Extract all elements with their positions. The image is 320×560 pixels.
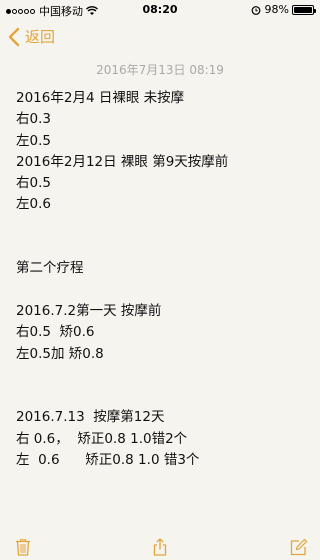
status-right: 98% <box>251 3 316 16</box>
battery-fill <box>294 6 312 13</box>
note-line: 左 0.6 矫正0.8 1.0 错3个 <box>16 452 200 469</box>
battery-percent: 98% <box>264 3 289 16</box>
note-line <box>16 237 311 258</box>
note-line <box>16 365 311 386</box>
back-chevron-icon <box>8 27 20 46</box>
note-line: 第二个疗程 <box>16 260 84 277</box>
battery-icon <box>292 4 316 15</box>
note-line: 左0.5 <box>16 132 51 149</box>
trash-icon[interactable] <box>14 538 32 556</box>
note-body[interactable]: 2016年2月4 日裸眼 未按摩 右0.3 左0.5 2016年2月12日 裸眼 第9… <box>16 88 311 471</box>
bottom-toolbar <box>0 532 320 560</box>
note-line: 左0.5加 矫0.8 <box>16 345 104 362</box>
note-line <box>16 216 311 237</box>
share-icon[interactable] <box>151 538 169 556</box>
navigation-bar: 返回 <box>0 20 320 54</box>
note-line: 右0.3 <box>16 111 51 128</box>
note-date: 2016年7月13日 08:19 <box>96 63 224 77</box>
compose-icon[interactable] <box>290 538 308 556</box>
note-line <box>16 386 311 407</box>
note-line: 右0.5 <box>16 175 51 192</box>
note-line: 2016年2月12日 裸眼 第9天按摩前 <box>16 153 229 170</box>
note-line: 2016年2月4 日裸眼 未按摩 <box>16 90 185 106</box>
note-line: 2016.7.13 按摩第12天 <box>16 409 165 426</box>
back-label: 返回 <box>25 28 56 46</box>
status-bar: 中国移动 08:20 98% <box>0 0 320 20</box>
note-line: 2016.7.2第一天 按摩前 <box>16 302 162 319</box>
alarm-icon <box>251 5 260 15</box>
note-line <box>16 280 311 301</box>
note-line: 左0.6 <box>16 196 51 213</box>
note-line: 右 0.6， 矫正0.8 1.0错2个 <box>16 430 188 447</box>
back-button[interactable]: 返回 <box>8 26 55 47</box>
note-line: 右0.5 矫0.6 <box>16 324 95 341</box>
